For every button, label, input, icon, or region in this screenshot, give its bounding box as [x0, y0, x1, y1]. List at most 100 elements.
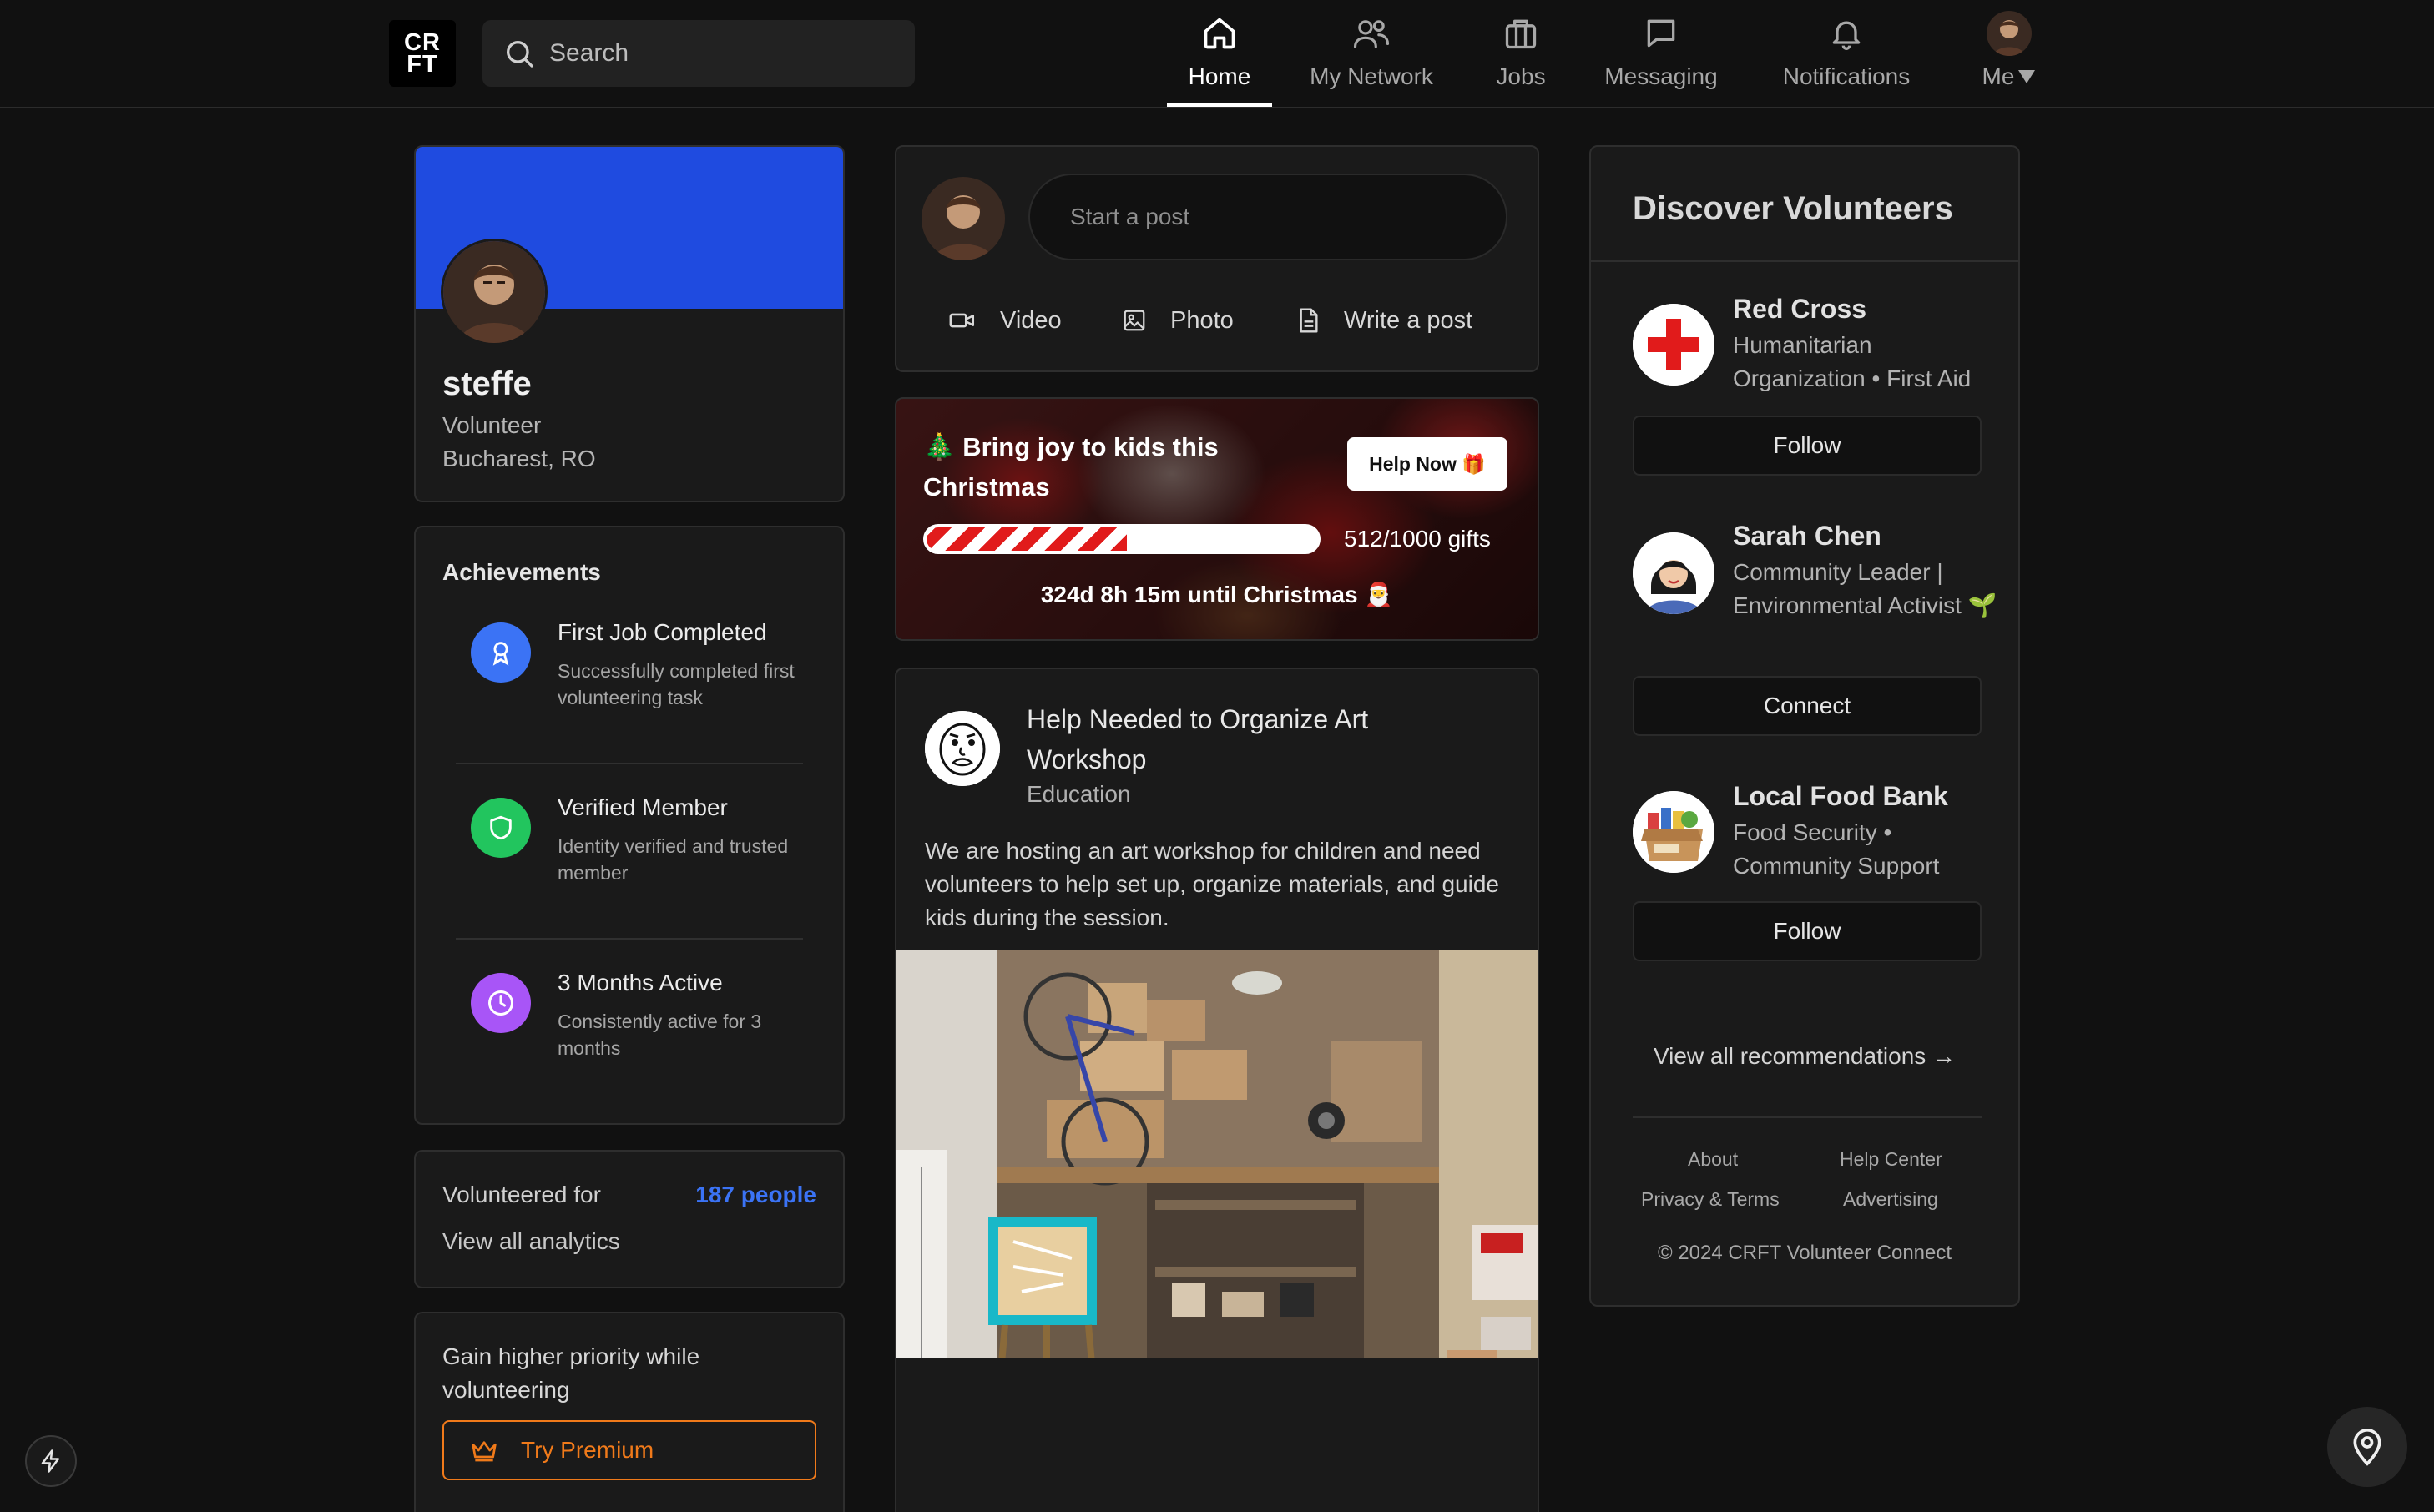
map-pin-icon	[2349, 1427, 2386, 1467]
volunteered-card: Volunteered for 187 people View all anal…	[414, 1150, 845, 1288]
search-input[interactable]	[549, 20, 900, 87]
nav-home[interactable]: Home	[1167, 0, 1272, 107]
recommendation-name[interactable]: Local Food Bank	[1733, 781, 1948, 812]
follow-button[interactable]: Follow	[1633, 901, 1982, 961]
footer-help-center-link[interactable]: Help Center	[1840, 1148, 1942, 1171]
composer-avatar	[922, 177, 1005, 260]
post-card: Help Needed to Organize Art Workshop Edu…	[895, 668, 1539, 1512]
footer-about-link[interactable]: About	[1688, 1148, 1738, 1171]
divider	[1633, 1116, 1982, 1118]
bell-icon	[1828, 12, 1865, 55]
location-button[interactable]	[2327, 1407, 2407, 1487]
profile-location: Bucharest, RO	[442, 446, 596, 471]
volunteered-count[interactable]: 187 people	[695, 1182, 816, 1208]
achievement-item: Verified Member Identity verified and tr…	[442, 769, 813, 928]
video-button[interactable]: Video	[948, 300, 1062, 340]
post-body: We are hosting an art workshop for child…	[925, 838, 1499, 930]
shield-icon	[471, 798, 531, 858]
nav-my-network-label: My Network	[1310, 63, 1433, 89]
profile-name[interactable]: steffe	[442, 365, 532, 403]
nav-messaging-label: Messaging	[1604, 63, 1718, 89]
footer-privacy-link[interactable]: Privacy & Terms	[1641, 1188, 1780, 1211]
search-icon	[502, 37, 536, 70]
achievement-desc: Successfully completed first volunteerin…	[558, 660, 795, 708]
recommendation-desc: Humanitarian Organization • First Aid	[1733, 332, 1972, 391]
try-premium-label: Try Premium	[521, 1437, 654, 1463]
nav-me-label: Me	[1982, 63, 2015, 89]
achievement-name: 3 Months Active	[558, 970, 723, 995]
achievement-name: First Job Completed	[558, 619, 767, 645]
copyright-text: © 2024 CRFT Volunteer Connect	[1657, 1242, 1952, 1264]
caret-down-icon	[2017, 68, 2036, 85]
recommendation-name[interactable]: Sarah Chen	[1733, 521, 1881, 552]
clock-icon	[471, 973, 531, 1033]
view-all-recommendations-link[interactable]: View all recommendations →	[1591, 1043, 2018, 1070]
campaign-title: 🎄 Bring joy to kids this Christmas	[923, 432, 1219, 501]
profile-avatar[interactable]	[441, 239, 548, 345]
gift-progress-bar	[923, 524, 1321, 554]
lightning-icon	[38, 1448, 63, 1474]
message-icon	[1643, 12, 1679, 55]
quick-actions-button[interactable]	[25, 1435, 77, 1487]
follow-button[interactable]: Follow	[1633, 416, 1982, 476]
divider	[456, 938, 803, 940]
profile-role: Volunteer	[442, 412, 542, 438]
recommendation-desc: Community Leader | Environmental Activis…	[1733, 559, 1997, 618]
top-navbar: CR FT Home My Network Jobs	[0, 0, 2434, 108]
premium-card: Gain higher priority while volunteering …	[414, 1312, 845, 1512]
discover-title: Discover Volunteers	[1633, 190, 1953, 227]
discover-volunteers-card: Discover Volunteers Red Cross Humanitari…	[1589, 145, 2020, 1307]
achievements-title: Achievements	[442, 559, 601, 585]
post-composer-card: Start a post Video Photo Write a post	[895, 145, 1539, 372]
document-icon	[1297, 307, 1321, 334]
photo-button[interactable]: Photo	[1122, 300, 1234, 340]
crown-icon	[471, 1439, 497, 1462]
start-post-input[interactable]: Start a post	[1028, 174, 1507, 260]
post-author-avatar[interactable]	[925, 711, 1000, 786]
divider	[1591, 260, 2018, 262]
briefcase-icon	[1502, 12, 1539, 55]
photo-label: Photo	[1170, 306, 1234, 334]
connect-button[interactable]: Connect	[1633, 676, 1982, 736]
nav-me-label-wrap: Me	[1982, 63, 2037, 90]
video-icon	[948, 308, 977, 333]
nav-messaging[interactable]: Messaging	[1596, 0, 1726, 107]
premium-text: Gain higher priority while volunteering	[442, 1343, 700, 1403]
search-box	[482, 20, 915, 87]
crft-logo[interactable]: CR FT	[389, 20, 456, 87]
try-premium-button[interactable]: Try Premium	[442, 1420, 816, 1480]
donation-box-logo[interactable]	[1633, 791, 1714, 873]
nav-notifications[interactable]: Notifications	[1773, 0, 1920, 107]
gift-progress-fill	[927, 527, 1127, 551]
achievement-item: First Job Completed Successfully complet…	[442, 594, 813, 753]
achievement-name: Verified Member	[558, 794, 728, 820]
ribbon-icon	[471, 622, 531, 683]
nav-home-label: Home	[1188, 63, 1251, 89]
people-icon	[1352, 12, 1391, 55]
view-analytics-link[interactable]: View all analytics	[442, 1228, 620, 1255]
volunteered-label: Volunteered for	[442, 1182, 601, 1207]
video-label: Video	[1000, 306, 1062, 334]
home-icon	[1201, 12, 1238, 55]
me-avatar-wrap	[1987, 11, 2032, 56]
achievements-card: Achievements First Job Completed Success…	[414, 526, 845, 1125]
logo-line-2: FT	[407, 51, 438, 78]
write-post-button[interactable]: Write a post	[1297, 300, 1472, 340]
help-now-button[interactable]: Help Now 🎁	[1347, 437, 1507, 491]
red-cross-logo[interactable]	[1633, 304, 1714, 386]
user-avatar	[1987, 11, 2032, 56]
achievement-desc: Identity verified and trusted member	[558, 835, 789, 884]
recommendation-name[interactable]: Red Cross	[1733, 294, 1866, 325]
post-image-art-studio[interactable]	[896, 950, 1538, 1358]
nav-my-network[interactable]: My Network	[1302, 0, 1441, 107]
footer-advertising-link[interactable]: Advertising	[1843, 1188, 1938, 1211]
post-title[interactable]: Help Needed to Organize Art Workshop	[1027, 699, 1461, 779]
divider	[456, 763, 803, 764]
christmas-campaign-banner: 🎄 Bring joy to kids this Christmas Help …	[895, 397, 1539, 641]
image-icon	[1122, 308, 1147, 333]
christmas-countdown: 324d 8h 15m until Christmas 🎅	[1040, 582, 1394, 607]
nav-jobs[interactable]: Jobs	[1484, 0, 1558, 107]
nav-me[interactable]: Me	[1978, 0, 2040, 107]
person-avatar[interactable]	[1633, 532, 1714, 614]
gift-progress-label: 512/1000 gifts	[1344, 526, 1491, 552]
